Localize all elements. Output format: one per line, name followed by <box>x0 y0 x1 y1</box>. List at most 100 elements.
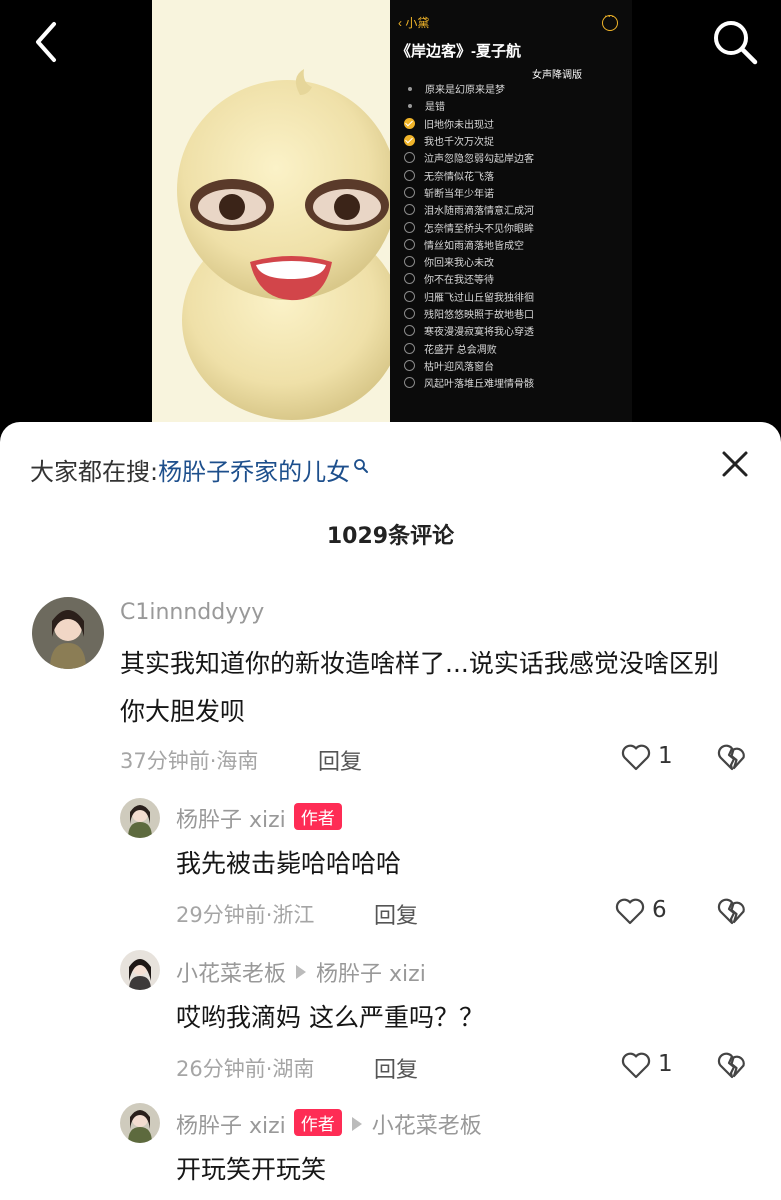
lyric-line: 是错 <box>404 97 629 114</box>
search-small-icon <box>353 452 369 480</box>
comment-meta: 37分钟前·海南 <box>120 749 259 773</box>
broken-heart-icon <box>717 1052 745 1079</box>
lyric-line: 你不在我还等待 <box>404 270 629 287</box>
comment-username[interactable]: C1innnddyyy <box>120 600 264 625</box>
bullet-icon <box>408 86 412 91</box>
circle-icon <box>404 273 415 285</box>
lyric-text: 泣声忽隐忽弱勾起岸边客 <box>424 154 534 166</box>
lyric-line: 你回来我心未改 <box>404 253 629 270</box>
reply-text: 哎哟我滴妈 这么严重吗？？ <box>176 1003 484 1032</box>
lyric-line: 怎奈情至桥头不见你眼眸 <box>404 218 629 235</box>
lyric-text: 花盛开 总会凋败 <box>424 344 497 356</box>
lyric-text: 我也千次万次捉 <box>424 137 494 149</box>
reply-text: 开玩笑开玩笑 <box>176 1155 327 1184</box>
lyric-text: 旧地你未出现过 <box>424 119 494 131</box>
avatar[interactable] <box>120 1103 160 1143</box>
lyrics-back-link: ‹ 小黛 <box>398 16 430 30</box>
reply-text: 我先被击毙哈哈哈哈 <box>176 849 402 878</box>
lyric-line: 泪水随雨滴落情意汇成河 <box>404 201 629 218</box>
like-button[interactable]: 6 <box>614 895 694 931</box>
reply-username-label: 杨肸子 xizi <box>176 808 286 833</box>
comments-sheet: 大家都在搜:杨肸子乔家的儿女 1029条评论 C1innnddyyy 其实我知道… <box>0 422 781 1200</box>
circle-icon <box>404 359 415 371</box>
circle-icon <box>404 238 415 250</box>
lyric-text: 寒夜漫漫寂寞将我心穿透 <box>424 327 534 339</box>
heart-icon <box>621 744 651 771</box>
lyric-text: 泪水随雨滴落情意汇成河 <box>424 206 534 218</box>
circle-icon <box>404 186 415 198</box>
reply-username[interactable]: 小花菜老板 杨肸子 xizi <box>176 956 426 988</box>
bullet-icon <box>408 103 412 108</box>
lyric-line: 情丝如雨滴落地皆成空 <box>404 236 629 253</box>
lyric-line: 无奈情似花飞落 <box>404 166 629 183</box>
heart-icon <box>615 898 645 925</box>
broken-heart-icon <box>717 744 745 771</box>
dislike-button[interactable] <box>716 741 752 777</box>
lyric-line: 原来是幻原来是梦 <box>404 80 629 97</box>
lyric-text: 原来是幻原来是梦 <box>425 85 505 97</box>
lyric-line: 我也千次万次捉 <box>404 132 629 149</box>
author-badge: 作者 <box>293 803 342 830</box>
suggestion-prefix: 大家都在搜: <box>30 458 159 486</box>
reply-to-user[interactable]: 杨肸子 xizi <box>316 962 426 987</box>
lyric-text: 情丝如雨滴落地皆成空 <box>424 240 524 252</box>
lyric-text: 怎奈情至桥头不见你眼眸 <box>424 223 534 235</box>
lyric-line: 花盛开 总会凋败 <box>404 339 629 356</box>
lyric-text: 风起叶落堆丘难埋情骨骸 <box>424 379 534 391</box>
reply-arrow-icon <box>296 965 307 979</box>
close-icon[interactable] <box>719 448 751 480</box>
circle-icon <box>404 308 415 319</box>
reply-button[interactable]: 回复 <box>374 898 418 930</box>
broken-heart-icon <box>717 898 745 925</box>
check-circle-icon <box>404 117 415 129</box>
reply-meta: 26分钟前·湖南 <box>176 1057 315 1081</box>
lyric-text: 是错 <box>425 102 445 114</box>
lyric-line: 残阳悠悠映照于故地巷口 <box>404 305 629 322</box>
suggestion-query-link[interactable]: 杨肸子乔家的儿女 <box>158 458 350 486</box>
lyric-text: 枯叶迎风落窗台 <box>424 361 494 373</box>
reply-arrow-icon <box>351 1117 362 1131</box>
lyric-line: 泣声忽隐忽弱勾起岸边客 <box>404 149 629 166</box>
lyric-text: 残阳悠悠映照于故地巷口 <box>424 310 534 321</box>
circle-icon <box>404 256 415 268</box>
reply-button[interactable]: 回复 <box>374 1052 418 1084</box>
dislike-button[interactable] <box>716 895 752 931</box>
avatar[interactable] <box>32 597 104 669</box>
back-icon[interactable] <box>18 14 74 70</box>
lyric-text: 无奈情似花飞落 <box>424 171 494 183</box>
video-frame: ‹ 小黛 《岸边客》-夏子航 女声降调版 原来是幻原来是梦是错旧地你未出现过我也… <box>152 0 632 422</box>
circle-icon <box>404 290 415 302</box>
lyric-line: 寒夜漫漫寂寞将我心穿透 <box>404 322 629 339</box>
search-icon[interactable] <box>707 14 763 70</box>
reply-username-label: 杨肸子 xizi <box>176 1114 286 1139</box>
check-circle-icon <box>404 135 415 147</box>
cartoon-face-image <box>152 0 402 422</box>
reply-to-user[interactable]: 小花菜老板 <box>372 1114 482 1139</box>
avatar[interactable] <box>120 798 160 838</box>
reply-username[interactable]: 杨肸子 xizi 作者 <box>176 802 342 834</box>
lyric-line: 枯叶迎风落窗台 <box>404 357 629 374</box>
search-suggestion[interactable]: 大家都在搜:杨肸子乔家的儿女 <box>30 452 369 487</box>
dislike-button[interactable] <box>716 1049 752 1085</box>
reply-username[interactable]: 杨肸子 xizi 作者 小花菜老板 <box>176 1108 482 1140</box>
lyric-line: 归雁飞过山丘留我独徘徊 <box>404 288 629 305</box>
comment-count: 1029条评论 <box>326 524 455 549</box>
heart-icon <box>621 1052 651 1079</box>
lyric-line: 旧地你未出现过 <box>404 115 629 132</box>
avatar[interactable] <box>120 950 160 990</box>
lyric-text: 你不在我还等待 <box>424 275 494 287</box>
like-button[interactable]: 1 <box>620 1049 700 1085</box>
like-button[interactable]: 1 <box>620 741 700 777</box>
circle-icon <box>404 342 415 354</box>
lyrics-back-label: 小黛 <box>405 16 430 30</box>
lyric-text: 斩断当年少年诺 <box>424 188 494 200</box>
video-player[interactable]: ‹ 小黛 《岸边客》-夏子航 女声降调版 原来是幻原来是梦是错旧地你未出现过我也… <box>0 0 781 440</box>
lyric-line: 斩断当年少年诺 <box>404 184 629 201</box>
lyrics-panel: ‹ 小黛 《岸边客》-夏子航 女声降调版 原来是幻原来是梦是错旧地你未出现过我也… <box>390 0 632 422</box>
reply-username-label: 小花菜老板 <box>176 962 287 987</box>
lyrics-list: 原来是幻原来是梦 是错旧地你未出现过 我也千次万次捉泣声忽隐忽弱勾起岸边客 无奈情似花… <box>404 80 629 391</box>
lyrics-title: 《岸边客》-夏子航 <box>396 43 521 60</box>
like-count: 1 <box>658 1051 673 1077</box>
reply-button[interactable]: 回复 <box>318 744 362 776</box>
author-badge: 作者 <box>293 1109 342 1136</box>
